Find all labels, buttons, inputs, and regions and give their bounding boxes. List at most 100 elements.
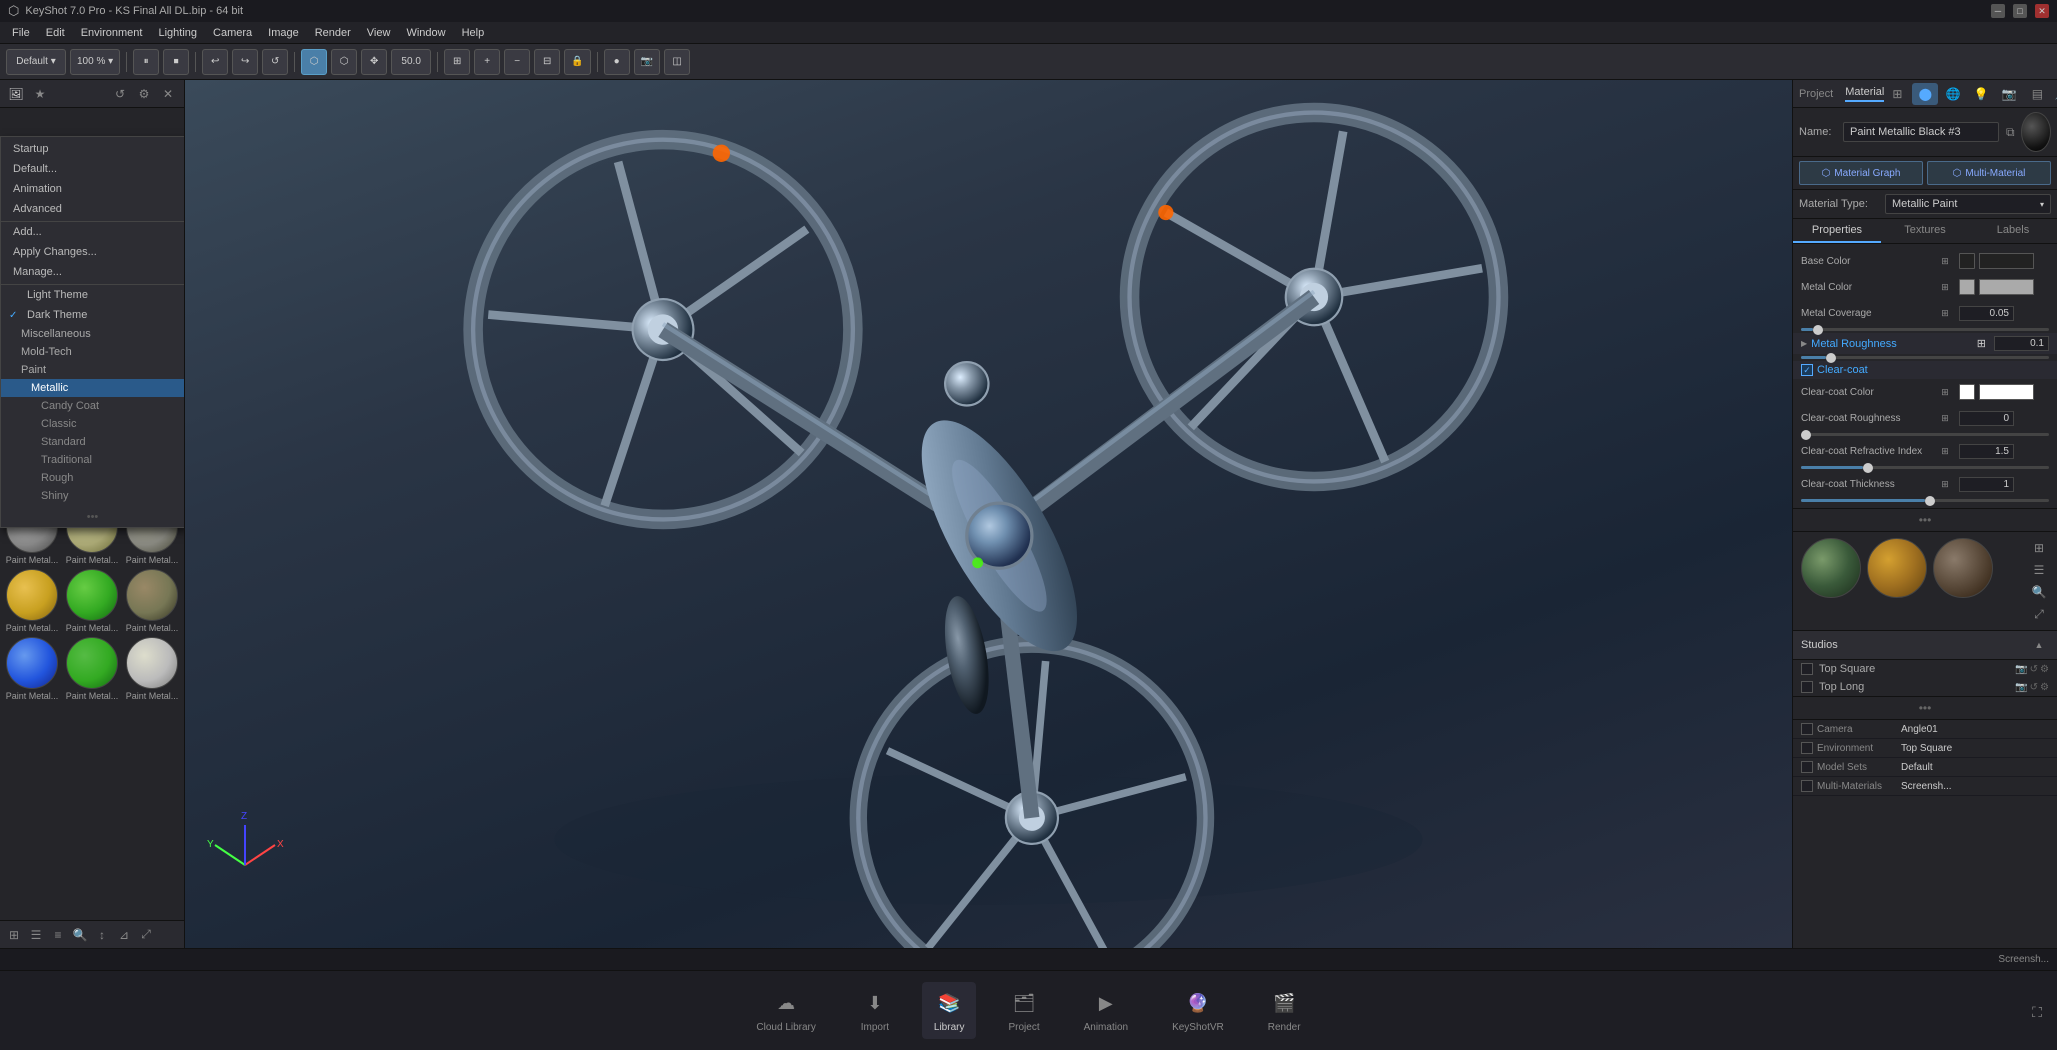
rp-tab-layout[interactable]: ▤ [2024,83,2050,105]
left-list-view-btn[interactable]: ☰ [26,925,46,945]
rp-tab-camera[interactable]: 📷 [1996,83,2022,105]
studio-refresh-icon-2[interactable]: ↺ [2030,682,2038,693]
zoom-in-button[interactable]: + [474,49,500,75]
preview-sphere-forest[interactable] [1801,538,1861,598]
menu-lighting[interactable]: Lighting [150,25,205,41]
base-color-value[interactable] [1979,253,2034,269]
mat-item-silver3[interactable]: Paint Metal... [124,637,180,701]
stop-button[interactable]: ⏹ [163,49,189,75]
metal-coverage-expand-btn[interactable]: ⊞ [1935,303,1955,323]
zoom-out-button[interactable]: − [504,49,530,75]
bottom-tab-keyshotvr[interactable]: 🔮 KeyShotVR [1160,982,1236,1039]
cam-checkbox-multimats[interactable] [1801,780,1813,792]
left-sort-btn[interactable]: ↕ [92,925,112,945]
clearcoat-refractive-expand-btn[interactable]: ⊞ [1935,441,1955,461]
sub-tab-textures[interactable]: Textures [1881,219,1969,243]
metal-color-value[interactable] [1979,279,2034,295]
preview-search-btn[interactable]: 🔍 [2029,582,2049,602]
metal-roughness-slider[interactable] [1801,356,2049,359]
base-color-swatch[interactable] [1959,253,1975,269]
left-panel-settings-btn[interactable]: ⚙ [134,84,154,104]
bottom-tab-animation[interactable]: ▶ Animation [1072,982,1140,1039]
menu-file[interactable]: File [4,25,38,41]
grid-button[interactable]: ⊟ [534,49,560,75]
dropdown-standard[interactable]: Standard [1,433,184,451]
cam-checkbox-modelsets[interactable] [1801,761,1813,773]
menu-environment[interactable]: Environment [73,25,151,41]
studios-more-btn[interactable]: ••• [1917,699,1934,717]
viewport[interactable]: X Y Z [185,80,1792,948]
clearcoat-refractive-slider[interactable] [1801,466,2049,469]
clearcoat-color-value[interactable] [1979,384,2034,400]
metal-color-swatch[interactable] [1959,279,1975,295]
mat-item-green2[interactable]: Paint Metal... [64,569,120,633]
dropdown-mold-tech[interactable]: Mold-Tech [1,343,184,361]
clearcoat-color-expand-btn[interactable]: ⊞ [1935,382,1955,402]
material-name-input[interactable] [1843,122,1999,142]
cam-checkbox-environment[interactable] [1801,742,1813,754]
base-color-expand-btn[interactable]: ⊞ [1935,251,1955,271]
material-duplicate-btn[interactable]: ⧉ [2003,122,2017,142]
bottom-tab-library[interactable]: 📚 Library [922,982,977,1039]
studio-checkbox-top-long[interactable] [1801,681,1813,693]
dropdown-advanced[interactable]: Advanced [1,199,184,219]
dropdown-manage[interactable]: Manage... [1,262,184,282]
mat-item-bronze[interactable]: Paint Metal... [124,569,180,633]
left-list-view2-btn[interactable]: ≡ [48,925,68,945]
wireframe-button[interactable]: ⬡ [331,49,357,75]
left-filter-btn[interactable]: ⊿ [114,925,134,945]
clearcoat-roughness-expand-btn[interactable]: ⊞ [1935,408,1955,428]
studio-settings-icon-2[interactable]: ⚙ [2040,682,2049,693]
region-button[interactable]: ◫ [664,49,690,75]
clearcoat-thickness-slider[interactable] [1801,499,2049,502]
dropdown-candy-coat[interactable]: Candy Coat [1,397,184,415]
menu-camera[interactable]: Camera [205,25,260,41]
left-panel-refresh-btn[interactable]: ↺ [110,84,130,104]
zoom-dropdown[interactable]: 100 % ▾ [70,49,120,75]
clearcoat-roughness-slider[interactable] [1801,433,2049,436]
close-button[interactable]: ✕ [2035,4,2049,18]
realtime-button[interactable]: ● [604,49,630,75]
undo-button[interactable]: ↩ [202,49,228,75]
metal-roughness-header[interactable]: ▶ Metal Roughness ⊞ [1793,333,2057,354]
clearcoat-color-swatch[interactable] [1959,384,1975,400]
pause-button[interactable]: ⏸ [133,49,159,75]
clearcoat-thickness-expand-btn[interactable]: ⊞ [1935,474,1955,494]
dropdown-rough[interactable]: Rough [1,469,184,487]
left-panel-close-btn[interactable]: ✕ [158,84,178,104]
dropdown-shiny[interactable]: Shiny [1,487,184,505]
mat-type-dropdown[interactable]: Metallic Paint ▾ [1885,194,2051,214]
preset-dropdown[interactable]: Default ▾ [6,49,66,75]
fullscreen-button[interactable]: ⛶ [2027,1002,2047,1022]
bottom-tab-render[interactable]: 🎬 Render [1256,982,1313,1039]
studio-checkbox-top-square[interactable] [1801,663,1813,675]
dropdown-classic[interactable]: Classic [1,415,184,433]
dropdown-traditional[interactable]: Traditional [1,451,184,469]
preview-expand-btn[interactable]: ⤢ [2029,604,2049,624]
mat-item-gold2[interactable]: Paint Metal... [4,569,60,633]
clearcoat-checkbox[interactable]: ✓ [1801,364,1813,376]
redo-button[interactable]: ↪ [232,49,258,75]
lock-camera-button[interactable]: 🔒 [564,49,590,75]
preview-grid-btn[interactable]: ⊞ [2029,538,2049,558]
material-graph-button[interactable]: ⬡ Material Graph [1799,161,1923,185]
menu-render[interactable]: Render [307,25,359,41]
properties-more-btn[interactable]: ••• [1917,511,1934,529]
mat-item-green3[interactable]: Paint Metal... [64,637,120,701]
studio-camera-icon-2[interactable]: 📷 [2015,682,2027,693]
minimize-button[interactable]: ─ [1991,4,2005,18]
clearcoat-refractive-input[interactable] [1959,444,2014,459]
metal-coverage-input[interactable] [1959,306,2014,321]
dropdown-animation[interactable]: Animation [1,179,184,199]
bottom-tab-cloud-library[interactable]: ☁ Cloud Library [744,982,827,1039]
preview-sphere-goldnet[interactable] [1867,538,1927,598]
dropdown-more[interactable]: ••• [1,507,184,527]
left-tab-image[interactable]: 🖼 [6,84,26,104]
bottom-tab-project[interactable]: 🗂 Project [996,982,1051,1039]
clearcoat-header[interactable]: ✓ Clear-coat [1793,361,2057,379]
multi-material-button[interactable]: ⬡ Multi-Material [1927,161,2051,185]
metal-coverage-slider[interactable] [1801,328,2049,331]
dropdown-metallic[interactable]: Metallic [1,379,184,397]
screenshot-button[interactable]: 📷 [634,49,660,75]
dropdown-paint[interactable]: Paint [1,361,184,379]
